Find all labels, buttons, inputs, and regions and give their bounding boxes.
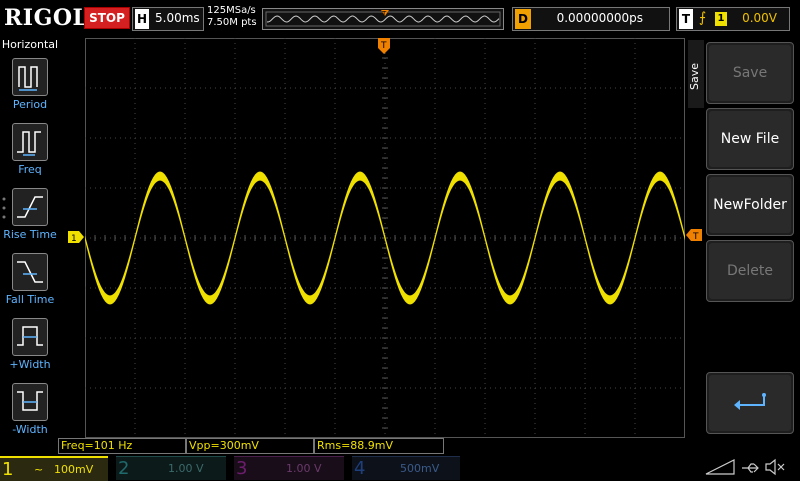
trigger-label: T xyxy=(679,9,693,29)
new-folder-button-label: NewFolder xyxy=(709,177,791,233)
measure-pos-width-label: +Width xyxy=(9,358,51,371)
return-icon xyxy=(709,375,791,431)
memory-depth: 7.50M pts xyxy=(207,17,257,28)
timebase-box[interactable]: H 5.00ms xyxy=(132,7,204,31)
save-button[interactable]: Save xyxy=(706,42,794,104)
pos-width-icon xyxy=(12,318,48,356)
delay-box[interactable]: D 0.00000000ps xyxy=(512,7,670,31)
trigger-source: 1 xyxy=(715,12,727,26)
delete-button-label: Delete xyxy=(709,243,791,299)
fall-time-icon xyxy=(12,253,48,291)
delete-button[interactable]: Delete xyxy=(706,240,794,302)
svg-text:T: T xyxy=(381,10,387,18)
channel3-number: 3 xyxy=(236,458,248,479)
channel1-box[interactable]: 1 ~ 100mV xyxy=(0,456,108,481)
trigger-position-label: T xyxy=(380,41,387,51)
memory-overview-wave: T xyxy=(265,10,501,27)
usb-icon xyxy=(740,460,762,474)
measure-rise-time-button[interactable]: Rise Time xyxy=(3,188,60,252)
measure-period-button[interactable]: Period xyxy=(6,58,60,122)
trigger-box[interactable]: T ⨍ 1 0.00V xyxy=(676,7,790,31)
channel4-box[interactable]: 4 500mV xyxy=(352,456,460,480)
channel1-coupling-icon: ~ xyxy=(34,463,44,476)
memory-overview[interactable]: T xyxy=(262,8,504,30)
channel1-offset-marker[interactable]: 1 xyxy=(68,228,84,244)
timebase-value: 5.00ms xyxy=(155,11,200,25)
sound-muted-icon[interactable] xyxy=(764,458,786,476)
delay-value: 0.00000000ps xyxy=(556,11,643,25)
freq-icon xyxy=(12,123,48,161)
new-file-button[interactable]: New File xyxy=(706,108,794,170)
measure-neg-width-button[interactable]: -Width xyxy=(6,383,60,447)
channel4-scale: 500mV xyxy=(400,462,440,475)
channel2-box[interactable]: 2 1.00 V xyxy=(116,456,226,480)
trigger-position-marker[interactable]: T xyxy=(378,38,390,54)
period-icon xyxy=(12,58,48,96)
acquisition-info: 125MSa/s 7.50M pts xyxy=(207,5,257,29)
channel3-box[interactable]: 3 1.00 V xyxy=(234,456,344,480)
menu-toggle-icon[interactable] xyxy=(704,458,738,476)
measure-freq-button[interactable]: Freq xyxy=(6,123,60,187)
menu-title: Horizontal xyxy=(1,38,59,51)
menu-page-dots xyxy=(2,196,6,226)
menu-side-label: Save xyxy=(688,40,704,108)
measurement-rms[interactable]: Rms=88.9mV xyxy=(314,438,444,454)
measure-fall-time-label: Fall Time xyxy=(5,293,55,306)
sample-rate: 125MSa/s xyxy=(207,5,256,16)
trigger-level: 0.00V xyxy=(742,11,777,25)
measure-fall-time-button[interactable]: Fall Time xyxy=(6,253,60,317)
delay-label: D xyxy=(515,9,531,29)
horizontal-label: H xyxy=(135,9,149,29)
channel1-number: 1 xyxy=(2,459,14,480)
measure-freq-label: Freq xyxy=(18,163,42,176)
run-stop-indicator[interactable]: STOP xyxy=(84,7,130,29)
rise-time-icon xyxy=(12,188,48,226)
save-button-label: Save xyxy=(709,45,791,101)
channel3-scale: 1.00 V xyxy=(286,462,322,475)
channel2-scale: 1.00 V xyxy=(168,462,204,475)
waveform-display[interactable] xyxy=(84,37,686,439)
neg-width-icon xyxy=(12,383,48,421)
new-file-button-label: New File xyxy=(709,111,791,167)
waveform-grid xyxy=(84,37,686,439)
return-button[interactable] xyxy=(706,372,794,434)
measurement-vpp[interactable]: Vpp=300mV xyxy=(186,438,314,454)
brand-logo: RIGOL xyxy=(4,5,89,31)
new-folder-button[interactable]: NewFolder xyxy=(706,174,794,236)
channel1-marker-label: 1 xyxy=(71,234,77,243)
channel2-number: 2 xyxy=(118,458,130,479)
measure-pos-width-button[interactable]: +Width xyxy=(6,318,60,382)
rising-edge-icon: ⨍ xyxy=(699,10,707,26)
measure-period-label: Period xyxy=(12,98,48,111)
measurement-freq[interactable]: Freq=101 Hz xyxy=(58,438,186,454)
channel4-number: 4 xyxy=(354,458,366,479)
channel1-scale: 100mV xyxy=(54,463,94,476)
measure-neg-width-label: -Width xyxy=(12,423,48,436)
menu-side-title: Save xyxy=(688,62,701,90)
measure-rise-time-label: Rise Time xyxy=(3,228,57,241)
